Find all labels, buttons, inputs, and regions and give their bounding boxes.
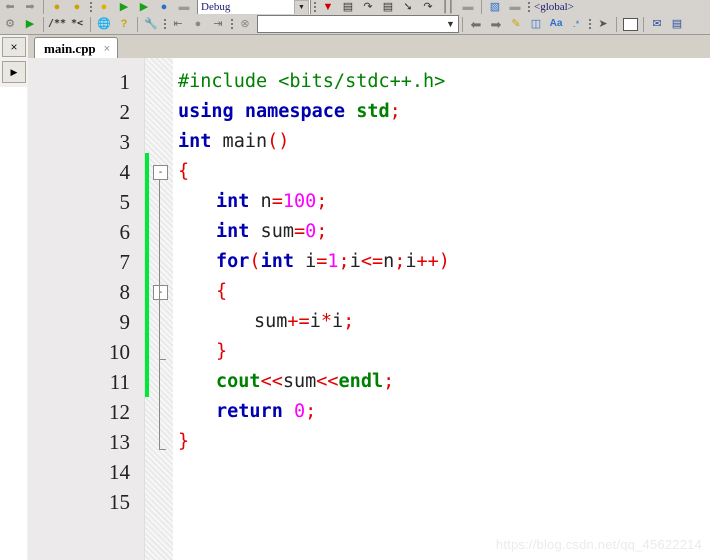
toolbar-grip-6[interactable] (586, 16, 593, 32)
skip-icon[interactable]: ↷ (418, 0, 438, 14)
layout-icon[interactable]: ▬ (505, 0, 525, 14)
chevron-down-icon[interactable]: ▼ (294, 0, 309, 14)
run-icon[interactable]: ▶ (20, 15, 40, 33)
editor-pane: main.cpp × 1 2 3 4 5 6 7 8 9 10 11 12 13 14 15 #includ… (28, 35, 710, 560)
run-icon[interactable]: ● (94, 0, 114, 14)
watch-icon[interactable]: ▬ (458, 0, 478, 14)
toolbar-divider-2 (481, 0, 482, 14)
fold-toggle-icon[interactable]: - (153, 285, 168, 300)
toolbar-main: ⚙ ▶ /** *< 🌐 ? 🔧 ⇤ ● ⇥ ⊗ ▼ ⬅ ➡ ✎ ◫ Aa ․*… (0, 14, 710, 35)
toolbar-grip-5[interactable] (228, 16, 235, 32)
scope-selector-value: <global> (534, 1, 574, 13)
forward-arrow-icon[interactable]: ➡ (486, 15, 506, 33)
swap-icon[interactable]: ◫ (526, 15, 546, 33)
print-icon[interactable]: ⚙ (0, 15, 20, 33)
class-browser-combo[interactable]: ▼ (257, 15, 459, 33)
fold-toggle-icon[interactable]: - (153, 165, 168, 180)
comment-icon[interactable]: /** (47, 15, 67, 33)
rebuild-icon[interactable]: ● (67, 0, 87, 14)
abort-icon[interactable]: ⊗ (235, 15, 255, 33)
tab-main-cpp[interactable]: main.cpp × (34, 37, 119, 60)
bookmark-icon[interactable]: ․* (566, 15, 586, 33)
build-config-combo[interactable]: Debug ▼ (197, 0, 311, 14)
chevron-down-icon[interactable]: ▼ (443, 17, 458, 31)
page-icon[interactable]: ▤ (667, 15, 687, 33)
mail-icon[interactable]: ✉ (647, 15, 667, 33)
pencil-icon[interactable]: ✎ (506, 15, 526, 33)
debug-icon[interactable]: ● (154, 0, 174, 14)
toolbar-divider-3 (43, 16, 44, 32)
toolbar-divider-4 (90, 16, 91, 32)
stop-icon[interactable]: ● (188, 15, 208, 33)
ide-window: ⬅ ➡ ● ● ● ▶ ▶ ● ▬ Debug ▼ ▼ ▤ ↷ ▤ ➘ ↷ ││… (0, 0, 710, 560)
compile-run-icon[interactable]: ▶ (114, 0, 134, 14)
watermark-text: https://blog.csdn.net/qq_45622214 (495, 537, 702, 552)
next-icon[interactable]: ⇥ (208, 15, 228, 33)
editor-tabstrip: main.cpp × (28, 35, 710, 60)
toolbar-divider-7 (616, 16, 617, 32)
profile-icon[interactable]: ▬ (174, 0, 194, 14)
uncomment-icon[interactable]: *< (67, 15, 87, 33)
redo-icon[interactable]: ➡ (20, 0, 40, 14)
step-over-icon[interactable]: ↷ (358, 0, 378, 14)
close-icon[interactable]: × (104, 43, 110, 55)
fold-markers: -- (28, 58, 710, 560)
close-icon[interactable]: × (2, 37, 26, 57)
toolbar-grip-2[interactable] (311, 0, 318, 14)
toolbar-top: ⬅ ➡ ● ● ● ▶ ▶ ● ▬ Debug ▼ ▼ ▤ ↷ ▤ ➘ ↷ ││… (0, 0, 710, 14)
step-into-icon[interactable]: ▤ (378, 0, 398, 14)
toolbar-grip[interactable] (87, 0, 94, 14)
fold-end-tick (159, 359, 166, 360)
build-config-value: Debug (201, 1, 231, 13)
next-line-icon[interactable]: ▤ (338, 0, 358, 14)
tab-label: main.cpp (44, 41, 96, 56)
toolbar-divider (43, 0, 44, 14)
window-icon[interactable]: ▧ (485, 0, 505, 14)
font-icon[interactable]: Aa (546, 15, 566, 33)
rectangle-icon[interactable] (620, 15, 640, 33)
code-area[interactable]: 1 2 3 4 5 6 7 8 9 10 11 12 13 14 15 #include <bits/std… (28, 58, 710, 560)
left-dock-panel: × ▶ (0, 35, 29, 560)
fold-end-tick (159, 449, 166, 450)
toolbar-divider-5 (137, 16, 138, 32)
stop-icon[interactable]: ▼ (318, 0, 338, 14)
toolbar-divider-6 (462, 16, 463, 32)
toolbar-divider-8 (643, 16, 644, 32)
toolbar-grip-4[interactable] (161, 16, 168, 32)
fold-range-line (159, 299, 160, 359)
expand-panel-icon[interactable]: ▶ (2, 61, 26, 83)
left-dock-body (0, 87, 27, 560)
settings-icon[interactable]: 🔧 (141, 15, 161, 33)
pause-icon[interactable]: ││ (438, 0, 458, 14)
undo-icon[interactable]: ⬅ (0, 0, 20, 14)
back-arrow-icon[interactable]: ⬅ (466, 15, 486, 33)
compile-icon[interactable]: ● (47, 0, 67, 14)
browser-icon[interactable]: 🌐 (94, 15, 114, 33)
step-out-icon[interactable]: ➘ (398, 0, 418, 14)
step-icon[interactable]: ▶ (134, 0, 154, 14)
pointer-icon[interactable]: ➤ (593, 15, 613, 33)
prev-icon[interactable]: ⇤ (168, 15, 188, 33)
help-icon[interactable]: ? (114, 15, 134, 33)
toolbar-grip-3[interactable] (525, 0, 532, 14)
